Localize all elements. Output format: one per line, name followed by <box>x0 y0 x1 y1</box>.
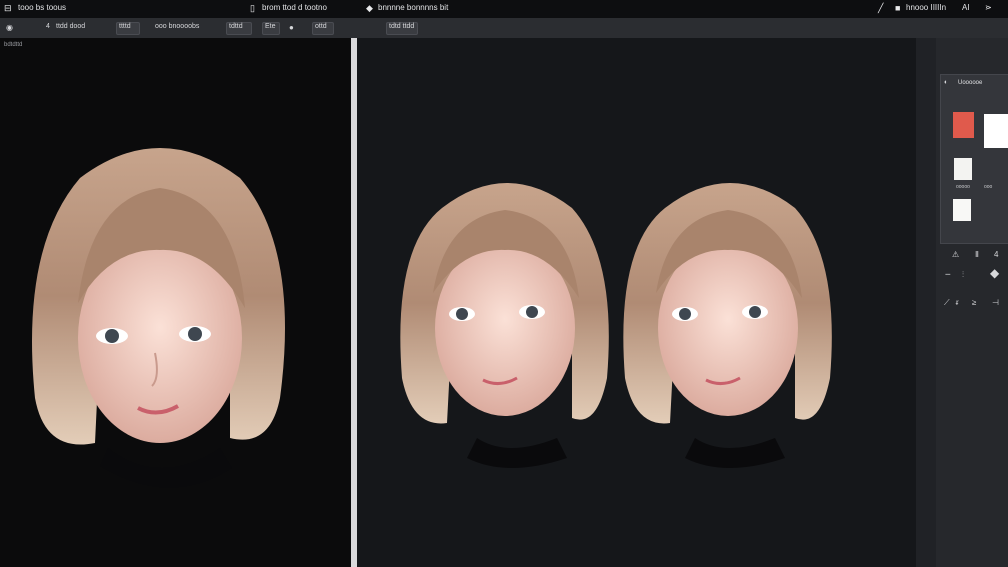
option-3[interactable]: ttttd <box>119 23 131 30</box>
pause-icon[interactable]: Ⅱ <box>975 250 979 259</box>
left-canvas[interactable] <box>0 38 351 567</box>
app-menu-icon[interactable]: ⊟ <box>4 3 12 14</box>
slider-icon[interactable]: ⊣ <box>992 298 999 307</box>
menu-center-label[interactable]: brom ttod d tootno <box>262 3 327 12</box>
panel-title: Uoooooe <box>958 80 983 86</box>
swatches-panel <box>940 74 1008 244</box>
swatch-light-1[interactable] <box>954 158 972 180</box>
portrait-right <box>623 183 832 468</box>
horizontal-rule-icon[interactable]: ╶╴ <box>943 270 953 279</box>
option-6[interactable]: Ete <box>265 23 276 30</box>
swatch-white-large[interactable] <box>984 114 1008 148</box>
warning-icon[interactable]: ⚠ <box>952 250 959 259</box>
document-icon: ▯ <box>250 3 255 13</box>
number-4-icon[interactable]: 4 <box>994 250 998 259</box>
option-2[interactable]: ttdd dood <box>56 23 85 30</box>
shirt-shape <box>100 448 232 488</box>
swatches-icon[interactable]: ◐ <box>944 79 948 86</box>
diamond-icon[interactable]: ◆ <box>990 266 999 280</box>
option-8[interactable]: tdtd ttdd <box>389 23 414 30</box>
portrait-left <box>400 183 609 468</box>
panel-gutter <box>916 38 936 567</box>
alignment-icon[interactable]: ⫶ <box>962 270 964 280</box>
brush-stroke-icon[interactable]: ⟋ <box>944 298 950 308</box>
breadcrumb: bdtdttd <box>4 42 23 48</box>
right-canvas[interactable] <box>357 38 916 567</box>
chevron-icon[interactable]: ≥ <box>972 298 976 307</box>
swatch-label-1: ooooo <box>956 184 970 190</box>
pen-icon[interactable]: ᵲ <box>956 298 959 307</box>
option-4[interactable]: ooo bnoooobs <box>155 23 199 30</box>
brush-icon[interactable]: ╱ <box>878 3 883 14</box>
option-5[interactable]: tdttd <box>229 23 243 30</box>
options-bar: ◉ 4 ttdd dood ttttd ooo bnoooobs tdttd E… <box>0 18 1008 39</box>
swatch-label-2: ooo <box>984 184 993 190</box>
menu-app-label[interactable]: tooo bs toous <box>18 3 66 12</box>
option-7[interactable]: ottd <box>315 23 327 30</box>
swatch-light-2[interactable] <box>953 199 971 221</box>
portrait-large <box>32 148 285 488</box>
file-icon: ◆ <box>366 3 373 13</box>
menu-right-label[interactable]: hnooo IIIIIn <box>906 3 946 12</box>
share-button[interactable]: ⋗ <box>985 3 992 12</box>
document-title: bnnnne bonnnns bit <box>378 3 449 12</box>
swatch-red[interactable] <box>953 112 974 138</box>
menu-bar: ⊟ tooo bs toous ▯ brom ttod d tootno ◆ b… <box>0 0 1008 19</box>
eye-icon[interactable]: ◉ <box>6 23 13 32</box>
ai-button[interactable]: AI <box>962 3 970 12</box>
foreground-swatch-icon[interactable]: ■ <box>895 3 900 13</box>
portrait-pair <box>400 183 832 468</box>
option-1[interactable]: 4 <box>46 23 50 30</box>
eye-toggle-icon[interactable]: ● <box>289 23 294 32</box>
